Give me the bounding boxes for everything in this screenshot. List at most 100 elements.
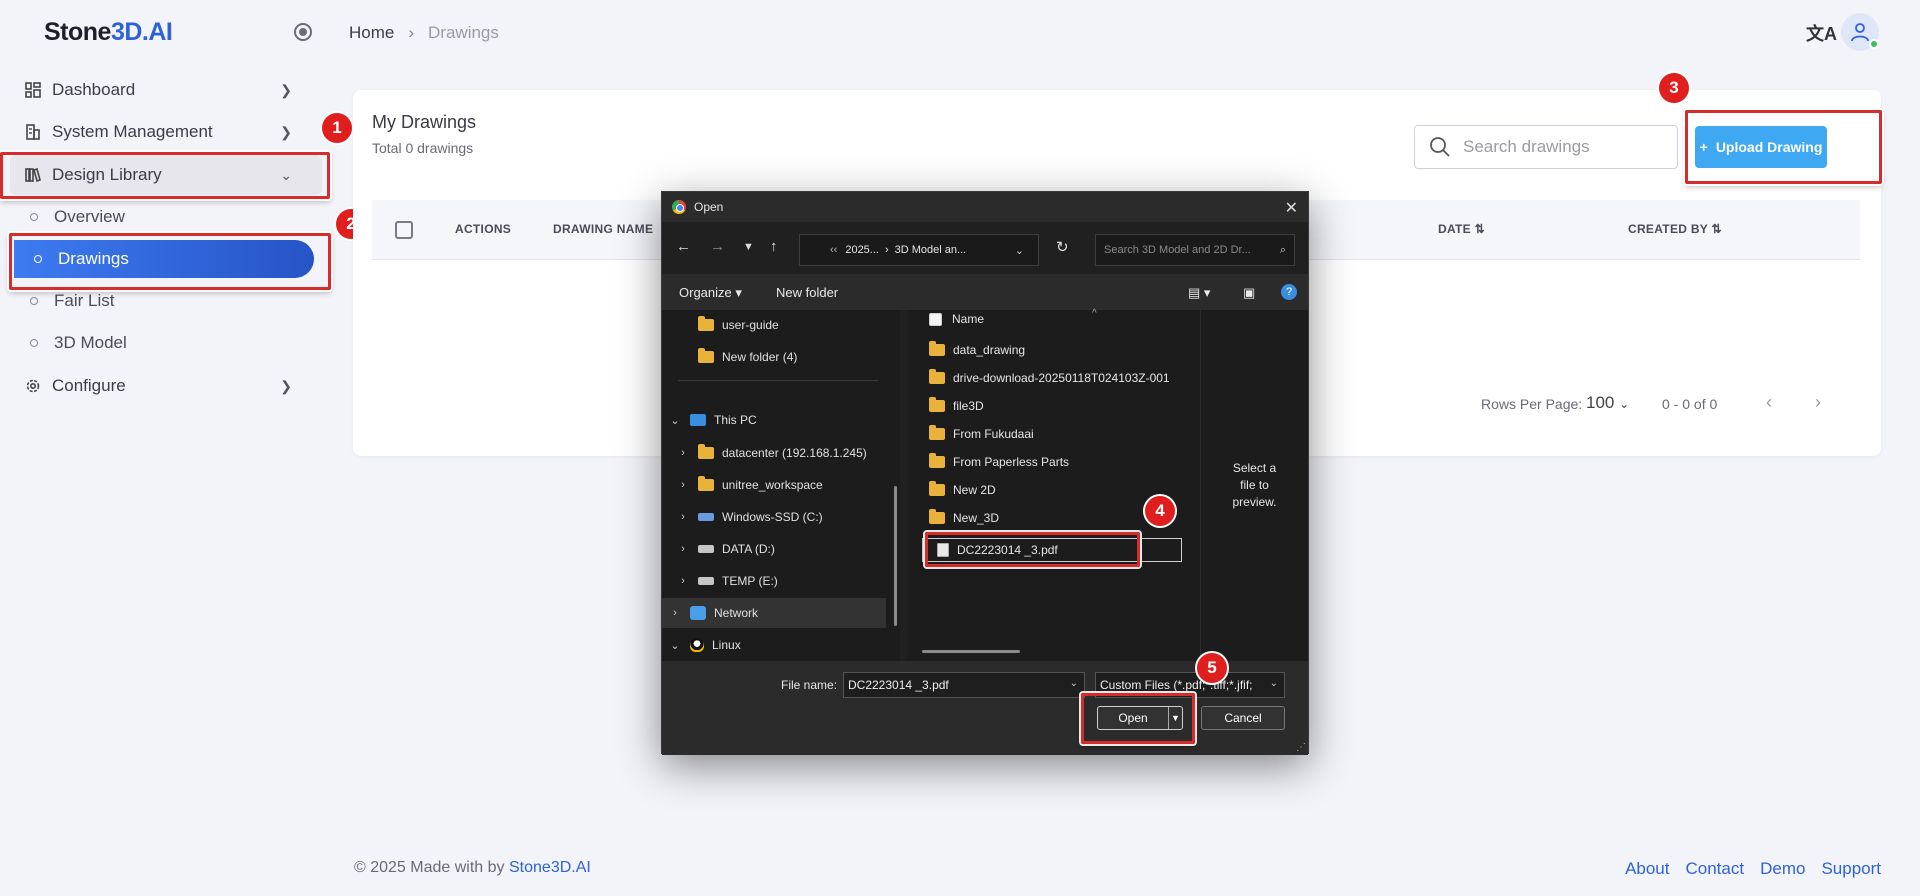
chrome-icon [672, 200, 686, 214]
rows-per-page-select[interactable]: 100 ⌄ [1586, 393, 1629, 413]
select-all-checkbox[interactable] [395, 221, 413, 239]
file-item[interactable]: data_drawing [929, 338, 1025, 362]
navigation-pane-scrollbar[interactable] [894, 486, 897, 626]
app-logo[interactable]: Stone3D.AI [44, 18, 173, 47]
column-header-date[interactable]: DATE ⇅ [1438, 222, 1485, 236]
sort-icon: ⇅ [1711, 222, 1722, 236]
column-header-name[interactable]: Name [929, 312, 984, 326]
tree-item-temp-e[interactable]: › TEMP (E:) [676, 569, 778, 593]
folder-icon [698, 348, 714, 363]
file-type-select[interactable]: Custom Files (*.pdf;*.tiff;*.jfif; ⌄ [1095, 672, 1285, 698]
sidebar-item-system-management[interactable]: System Management ❯ [10, 112, 322, 152]
chevron-down-icon[interactable]: ⌄ [1267, 678, 1278, 689]
footer-brand-link[interactable]: Stone3D.AI [509, 859, 591, 876]
dialog-navigation-bar: ← → ▼ ↑ ‹‹ 2025... › 3D Model an... ⌄ ↻ … [662, 230, 1308, 270]
annotation-badge: 5 [1197, 653, 1227, 683]
breadcrumb-home[interactable]: Home [349, 23, 394, 43]
user-icon [1851, 23, 1869, 42]
organize-button[interactable]: Organize ▾ [679, 285, 742, 301]
chevron-right-icon[interactable]: › [676, 511, 690, 523]
tree-item-datacenter[interactable]: › datacenter (192.168.1.245) [676, 441, 867, 465]
column-header-drawing-name[interactable]: DRAWING NAME [553, 222, 653, 236]
annotation-badge: 4 [1145, 496, 1175, 526]
tree-item-user-guide[interactable]: user-guide [676, 313, 779, 337]
grid-icon [24, 81, 42, 99]
file-item-selected-pdf[interactable]: DC2223014 _3.pdf [937, 538, 1058, 562]
tree-item-windows-ssd[interactable]: › Windows-SSD (C:) [676, 505, 823, 529]
sidebar-sub-item-drawings[interactable]: Drawings [14, 240, 314, 278]
drive-icon [698, 513, 714, 521]
select-all-checkbox[interactable] [929, 312, 942, 326]
computer-icon [690, 414, 706, 426]
sidebar-toggle-icon[interactable] [294, 23, 312, 41]
footer-link-demo[interactable]: Demo [1760, 859, 1805, 879]
preview-pane-icon[interactable]: ▣ [1243, 285, 1255, 301]
chevron-right-icon[interactable]: › [668, 607, 682, 619]
forward-arrow-icon[interactable]: → [710, 238, 725, 255]
tree-item-unitree-workspace[interactable]: › unitree_workspace [676, 473, 823, 497]
column-header-created-by[interactable]: CREATED BY ⇅ [1628, 222, 1722, 236]
tree-item-network[interactable]: › Network [662, 598, 886, 628]
page-range: 0 - 0 of 0 [1662, 396, 1718, 412]
chevron-down-icon[interactable]: ⌄ [1070, 678, 1078, 689]
recent-locations-icon[interactable]: ▼ [743, 241, 754, 253]
chevron-right-icon[interactable]: › [676, 447, 690, 459]
sidebar-item-design-library[interactable]: Design Library ⌄ [10, 155, 322, 195]
dialog-search-input[interactable]: Search 3D Model and 2D Dr... ⌕ [1095, 234, 1295, 266]
tree-item-this-pc[interactable]: ⌄ This PC [668, 408, 756, 432]
footer-link-contact[interactable]: Contact [1686, 859, 1745, 879]
open-button[interactable]: Open ▼ [1097, 706, 1183, 730]
file-item[interactable]: drive-download-20250118T024103Z-001 [929, 366, 1170, 390]
resize-grip-icon[interactable]: ⋰ [1296, 742, 1306, 753]
avatar[interactable] [1841, 13, 1879, 51]
file-list-scrollbar[interactable] [922, 650, 1020, 653]
building-icon [24, 123, 42, 141]
sidebar-item-configure[interactable]: Configure ❯ [10, 366, 322, 406]
chevron-right-icon[interactable]: › [676, 575, 690, 587]
close-icon[interactable]: ✕ [1285, 198, 1298, 218]
folder-icon [929, 397, 945, 412]
file-item[interactable]: From Paperless Parts [929, 450, 1069, 474]
chevron-right-icon[interactable]: › [676, 479, 690, 491]
new-folder-button[interactable]: New folder [776, 285, 838, 300]
file-item[interactable]: New 2D [929, 478, 996, 502]
address-bar[interactable]: ‹‹ 2025... › 3D Model an... ⌄ [799, 234, 1039, 266]
sort-icon: ⇅ [1474, 222, 1485, 236]
view-options-icon[interactable]: ▤ ▾ [1188, 285, 1210, 301]
chevron-right-icon: › [408, 23, 415, 42]
sidebar-sub-item-overview[interactable]: Overview [10, 198, 322, 236]
footer-copyright: © 2025 Made with by Stone3D.AI [354, 859, 591, 876]
refresh-icon[interactable]: ↻ [1056, 238, 1069, 256]
chevron-right-icon[interactable]: › [676, 543, 690, 555]
footer-link-about[interactable]: About [1625, 859, 1669, 879]
file-item[interactable]: New_3D [929, 506, 999, 530]
translate-icon[interactable]: 文A [1806, 20, 1837, 46]
up-arrow-icon[interactable]: ↑ [770, 238, 778, 255]
dropdown-arrow-icon[interactable]: ▼ [1168, 707, 1182, 729]
cancel-button[interactable]: Cancel [1201, 706, 1285, 730]
sidebar-item-dashboard[interactable]: Dashboard ❯ [10, 70, 322, 110]
next-page-icon[interactable]: › [1815, 392, 1821, 413]
tree-item-new-folder-4[interactable]: New folder (4) [676, 345, 797, 369]
previous-page-icon[interactable]: ‹ [1766, 392, 1772, 413]
annotation-badge: 3 [1659, 73, 1689, 103]
dialog-title-bar: Open ✕ [662, 192, 1308, 222]
circle-icon [30, 339, 38, 347]
tree-item-linux[interactable]: ⌄ Linux [668, 633, 741, 657]
file-item[interactable]: From Fukudaai [929, 422, 1034, 446]
chevron-down-icon[interactable]: ⌄ [1015, 244, 1024, 257]
search-box[interactable] [1414, 125, 1678, 169]
chevron-down-icon[interactable]: ⌄ [668, 414, 682, 427]
help-icon[interactable]: ? [1281, 284, 1297, 300]
upload-drawing-button[interactable]: + Upload Drawing [1695, 126, 1827, 168]
folder-icon [929, 453, 945, 468]
file-item[interactable]: file3D [929, 394, 984, 418]
file-name-input[interactable]: DC2223014 _3.pdf ⌄ [843, 672, 1085, 698]
tree-item-data-d[interactable]: › DATA (D:) [676, 537, 775, 561]
sidebar-sub-item-fair-list[interactable]: Fair List [10, 282, 322, 320]
footer-link-support[interactable]: Support [1821, 859, 1881, 879]
sidebar-sub-item-3d-model[interactable]: 3D Model [10, 324, 322, 362]
search-input[interactable] [1463, 137, 1663, 157]
chevron-down-icon[interactable]: ⌄ [668, 639, 682, 652]
back-arrow-icon[interactable]: ← [676, 238, 691, 255]
